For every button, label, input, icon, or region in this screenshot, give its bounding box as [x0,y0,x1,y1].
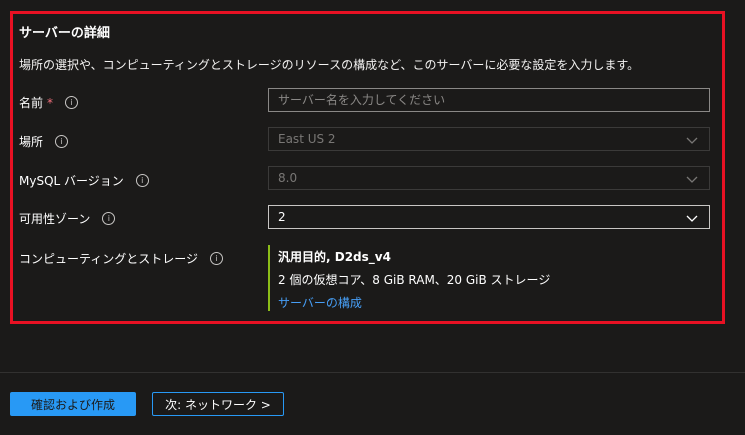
location-value: East US 2 [278,132,336,146]
chevron-down-icon [686,137,698,144]
chevron-down-icon [686,215,698,222]
compute-spec: 2 個の仮想コア、8 GiB RAM、20 GiB ストレージ [278,273,551,287]
section-description: 場所の選択や、コンピューティングとストレージのリソースの構成など、このサーバーに… [19,58,640,72]
chevron-down-icon [686,176,698,183]
next-networking-button[interactable]: 次: ネットワーク > [152,392,284,416]
availability-zone-label: 可用性ゾーン [19,212,91,226]
availability-zone-label-row: 可用性ゾーン i [19,210,116,227]
compute-storage-label-row: コンピューティングとストレージ i [19,250,224,267]
section-title: サーバーの詳細 [19,26,110,41]
compute-tier: 汎用目的, D2ds_v4 [278,250,391,264]
info-icon[interactable]: i [65,96,79,109]
required-asterisk: * [47,95,54,110]
location-label: 場所 [19,135,44,149]
info-icon[interactable]: i [55,135,69,148]
footer-divider [0,372,745,373]
configure-server-link[interactable]: サーバーの構成 [278,294,550,311]
name-label: 名前 [19,96,44,110]
info-icon[interactable]: i [102,212,116,225]
availability-zone-dropdown[interactable]: 2 [268,205,710,229]
compute-storage-label: コンピューティングとストレージ [19,252,199,266]
server-name-input[interactable] [268,88,710,112]
mysql-version-dropdown: 8.0 [268,166,710,190]
location-dropdown: East US 2 [268,127,710,151]
mysql-version-value: 8.0 [278,171,298,185]
info-icon[interactable]: i [210,252,224,265]
name-label-row: 名前 * i [19,94,79,111]
info-icon[interactable]: i [135,174,149,187]
review-create-button[interactable]: 確認および作成 [10,392,136,416]
availability-zone-value: 2 [278,210,286,224]
mysql-version-label-row: MySQL バージョン i [19,172,149,189]
compute-storage-summary: 汎用目的, D2ds_v4 2 個の仮想コア、8 GiB RAM、20 GiB … [268,245,550,311]
mysql-version-label: MySQL バージョン [19,174,124,188]
location-label-row: 場所 i [19,133,69,150]
